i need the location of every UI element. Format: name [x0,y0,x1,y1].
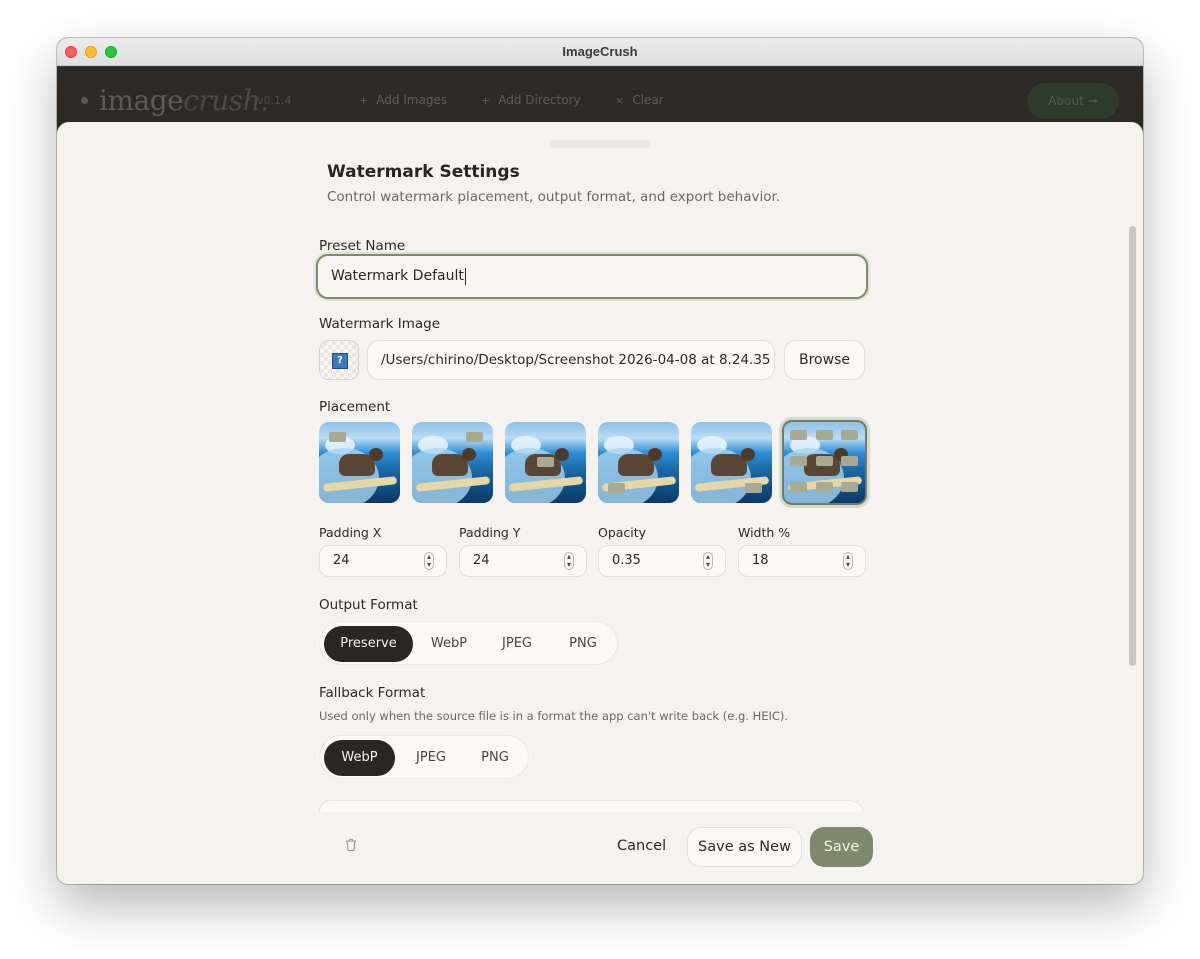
padding-y-stepper[interactable]: 24 ▴ ▾ [459,545,587,577]
watermark-settings-sheet: Watermark Settings Control watermark pla… [57,122,1143,884]
up-down-chevron-icon[interactable]: ▴ ▾ [564,552,574,570]
app-logo: imagecrush. [99,84,269,117]
watermark-marker [790,456,807,466]
x-icon: × [615,94,625,107]
sheet-grabber[interactable] [549,140,651,148]
window-title: ImageCrush [562,44,638,59]
browse-button[interactable]: Browse [784,340,865,380]
watermark-marker [790,430,807,440]
watermark-marker [816,482,833,492]
text-caret [464,267,466,285]
placement-label: Placement [319,399,391,415]
watermark-marker [745,483,762,493]
add-directory-button[interactable]: + Add Directory [481,93,581,107]
save-button[interactable]: Save [810,827,873,867]
fallback-format-segmented: WebP JPEG PNG [319,735,529,779]
preset-name-input[interactable]: Watermark Default [316,254,868,299]
placement-top-left[interactable] [319,422,400,503]
cancel-button[interactable]: Cancel [617,838,666,854]
sheet-subtitle: Control watermark placement, output form… [327,189,781,205]
padding-y-label: Padding Y [459,525,521,540]
padding-x-label: Padding X [319,525,382,540]
up-down-chevron-icon[interactable]: ▴ ▾ [424,552,434,570]
about-button[interactable]: About → [1027,83,1119,119]
watermark-marker [790,482,807,492]
output-format-webp[interactable]: WebP [417,626,481,662]
opacity-stepper[interactable]: 0.35 ▴ ▾ [598,545,726,577]
width-pct-label: Width % [738,525,791,540]
add-images-button[interactable]: + Add Images [359,93,447,107]
output-format-preserve[interactable]: Preserve [324,626,413,662]
scrollbar-thumb[interactable] [1129,226,1136,666]
plus-icon: + [359,94,369,107]
version-label: v0.1.4 [257,94,292,107]
arrow-right-icon: → [1087,94,1098,108]
trash-icon[interactable] [345,838,357,852]
fallback-format-label: Fallback Format [319,685,426,701]
title-bar: ImageCrush [57,38,1143,66]
watermark-path-input[interactable]: /Users/chirino/Desktop/Screenshot 2026-0… [367,340,775,380]
fallback-hint: Used only when the source file is in a f… [319,709,789,723]
placement-bottom-right[interactable] [691,422,772,503]
clear-label: Clear [632,93,664,107]
app-window: ImageCrush imagecrush. v0.1.4 + Add Image… [57,38,1143,884]
up-down-chevron-icon[interactable]: ▴ ▾ [843,552,853,570]
preset-name-value: Watermark Default [331,268,464,284]
add-images-label: Add Images [376,93,448,107]
up-down-chevron-icon[interactable]: ▴ ▾ [703,552,713,570]
placement-top-right[interactable] [412,422,493,503]
opacity-label: Opacity [598,525,647,540]
padding-x-value: 24 [333,553,350,568]
output-format-segmented: Preserve WebP JPEG PNG [319,621,618,665]
placement-all[interactable] [782,420,867,505]
opacity-value: 0.35 [612,553,641,568]
add-directory-label: Add Directory [498,93,581,107]
logo-dot-icon [81,97,88,104]
watermark-marker [841,430,858,440]
watermark-marker [841,482,858,492]
width-pct-stepper[interactable]: 18 ▴ ▾ [738,545,866,577]
logo-italic: crush. [183,84,269,117]
question-mark-icon: ? [332,353,348,369]
watermark-marker [816,430,833,440]
padding-x-stepper[interactable]: 24 ▴ ▾ [319,545,447,577]
logo-plain: image [99,84,184,117]
clear-button[interactable]: × Clear [615,93,664,107]
output-format-jpeg[interactable]: JPEG [485,626,549,662]
sheet-footer [57,812,1143,884]
output-format-png[interactable]: PNG [551,626,615,662]
watermark-marker [608,483,625,493]
sheet-title: Watermark Settings [327,162,520,182]
watermark-marker [466,432,483,442]
watermark-thumbnail: ? [319,340,359,380]
watermark-marker [537,457,554,467]
watermark-marker [841,456,858,466]
width-pct-value: 18 [752,553,769,568]
watermark-marker [329,432,346,442]
save-as-new-button[interactable]: Save as New [687,827,802,867]
fallback-format-png[interactable]: PNG [463,740,527,776]
padding-y-value: 24 [473,553,490,568]
watermark-image-label: Watermark Image [319,316,441,332]
placement-bottom-left[interactable] [598,422,679,503]
plus-icon: + [481,94,491,107]
placement-center[interactable] [505,422,586,503]
fallback-format-jpeg[interactable]: JPEG [399,740,463,776]
preset-name-label: Preset Name [319,238,406,254]
output-format-label: Output Format [319,597,418,613]
watermark-marker [816,456,833,466]
app-toolbar: imagecrush. v0.1.4 + Add Images + Add Dire… [57,67,1143,127]
fallback-format-webp[interactable]: WebP [324,740,395,776]
about-label: About [1048,94,1084,108]
